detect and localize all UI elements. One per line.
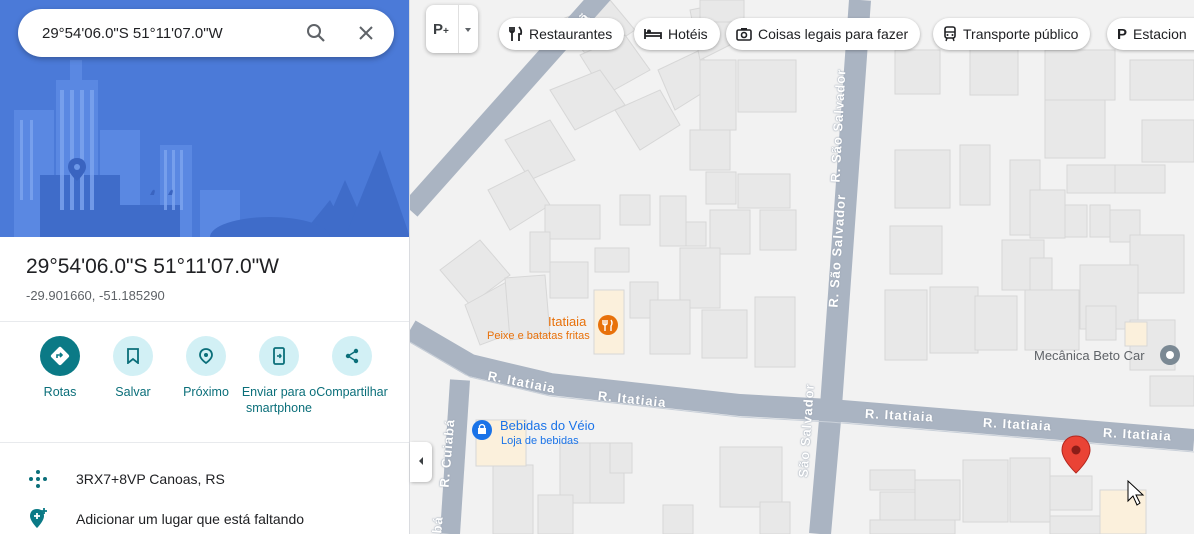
plus-code-row[interactable]: 3RX7+8VP Canoas, RS — [0, 461, 409, 497]
parking-icon: P — [1117, 25, 1128, 43]
collapse-panel-button[interactable] — [410, 442, 432, 482]
save-label: Salvar — [115, 385, 151, 399]
poi-itatiaia-category: Peixe e batatas fritas — [487, 330, 590, 342]
nearby-button[interactable]: Próximo — [168, 336, 244, 400]
chip-restaurants-label: Restaurantes — [529, 26, 613, 42]
side-panel: 29°54'06.0"S 51°11'07.0"W -29.901660, -5… — [0, 0, 410, 534]
plus-code-text: 3RX7+8VP Canoas, RS — [76, 471, 225, 487]
save-button[interactable]: Salvar — [95, 336, 171, 400]
directions-button[interactable]: Rotas — [22, 336, 98, 400]
share-icon — [332, 336, 372, 376]
restaurant-marker — [598, 315, 618, 335]
place-coordinates: -29.901660, -51.185290 — [26, 288, 165, 303]
divider — [0, 442, 409, 443]
poi-bebidas-category: Loja de bebidas — [501, 435, 579, 447]
place-title: 29°54'06.0"S 51°11'07.0"W — [26, 255, 280, 278]
chip-restaurants[interactable]: Restaurantes — [499, 18, 625, 50]
search-icon[interactable] — [304, 21, 328, 45]
chip-things-to-do-label: Coisas legais para fazer — [758, 26, 909, 42]
chip-transit[interactable]: Transporte público — [933, 18, 1091, 50]
map-canvas[interactable]: R. Itatiaia R. Itatiaia R. Itatiaia R. I… — [410, 0, 1194, 534]
close-icon[interactable] — [354, 21, 378, 45]
poi-bebidas-name[interactable]: Bebidas do Véio — [500, 418, 595, 433]
chip-transit-label: Transporte público — [963, 26, 1079, 42]
share-label: Compartilhar — [316, 385, 388, 399]
camera-icon — [736, 27, 752, 41]
chevron-down-icon — [462, 23, 474, 41]
chip-parking-label: Estacion — [1133, 26, 1187, 42]
transit-icon — [943, 26, 957, 42]
chip-things-to-do[interactable]: Coisas legais para fazer — [726, 18, 921, 50]
divider — [0, 321, 409, 322]
add-place-text: Adicionar um lugar que está faltando — [76, 511, 305, 527]
parking-layer-icon: P+ — [433, 20, 449, 38]
layers-button[interactable]: P+ — [426, 5, 478, 53]
chip-hotels-label: Hotéis — [668, 26, 708, 42]
mechanic-marker — [1160, 345, 1180, 365]
search-box — [18, 9, 394, 57]
send-to-phone-button[interactable]: Enviar para o smartphone — [241, 336, 317, 416]
chip-parking[interactable]: P Estacion — [1107, 18, 1194, 50]
shop-marker — [472, 420, 492, 440]
bookmark-icon — [113, 336, 153, 376]
share-button[interactable]: Compartilhar — [314, 336, 390, 400]
nearby-icon — [186, 336, 226, 376]
chip-hotels[interactable]: Hotéis — [634, 18, 720, 50]
send-to-phone-icon — [259, 336, 299, 376]
nearby-label: Próximo — [183, 385, 229, 399]
add-place-icon — [0, 507, 76, 531]
street-label-cuiaba-2: abá — [428, 515, 446, 534]
plus-code-icon — [0, 468, 76, 490]
restaurant-icon — [509, 26, 523, 42]
poi-itatiaia-name[interactable]: Itatiaia — [548, 314, 586, 329]
send-to-phone-label: Enviar para o smartphone — [241, 385, 317, 415]
poi-mecanica-name[interactable]: Mecânica Beto Car — [1034, 348, 1145, 363]
chevron-left-icon — [417, 453, 425, 471]
add-place-row[interactable]: Adicionar um lugar que está faltando — [0, 501, 409, 534]
directions-icon — [40, 336, 80, 376]
location-pin — [1061, 435, 1091, 474]
hotel-icon — [644, 28, 662, 40]
search-input[interactable] — [42, 24, 292, 42]
directions-label: Rotas — [43, 385, 77, 399]
